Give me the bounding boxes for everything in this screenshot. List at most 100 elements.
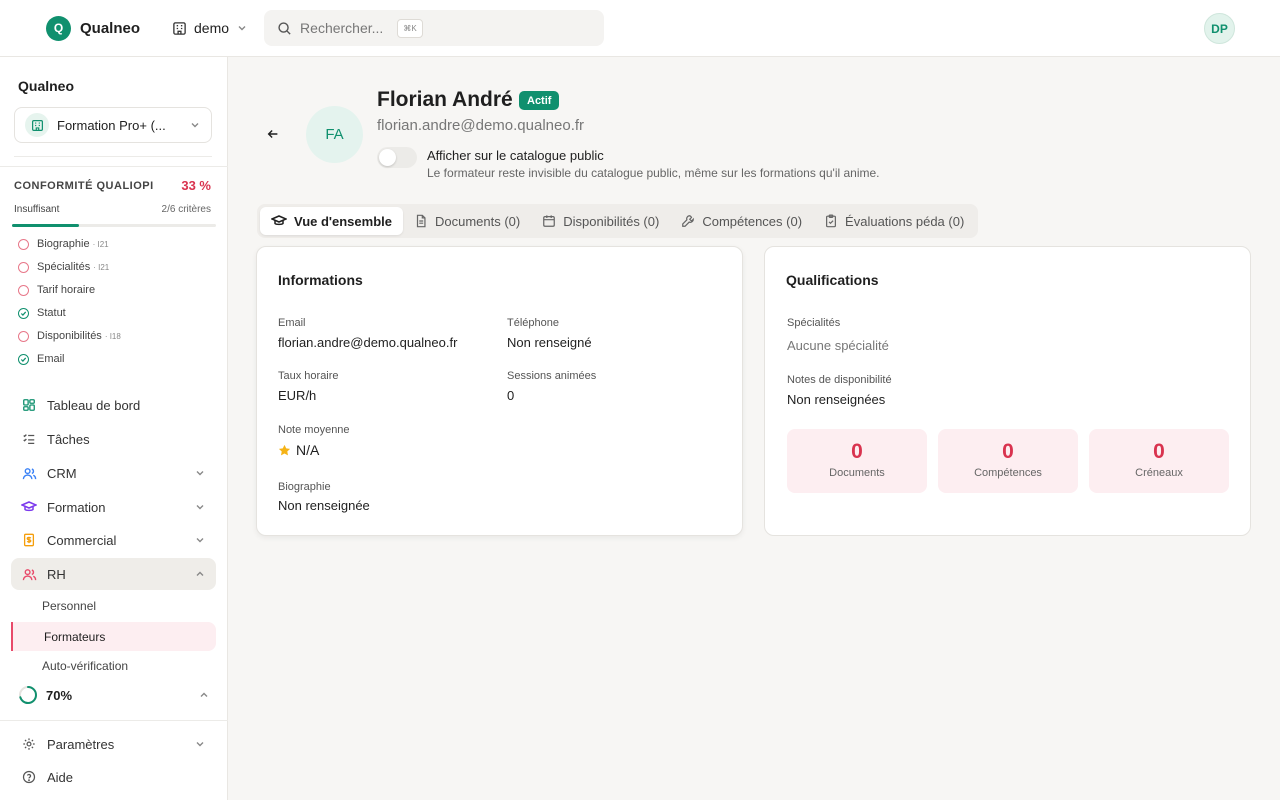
circle-icon: [18, 238, 29, 250]
criterion-item[interactable]: Spécialités · I21: [18, 261, 109, 273]
conformity-count: 2/6 critères: [161, 204, 211, 215]
criterion-item[interactable]: Statut: [18, 307, 66, 319]
task-list-icon: [21, 431, 37, 447]
specialties-label: Spécialités: [787, 317, 841, 329]
building-icon: [25, 113, 49, 137]
check-circle-icon: [18, 353, 29, 365]
sidebar: Qualneo Formation Pro+ (... CONFORMITÉ Q…: [0, 57, 228, 800]
search-shortcut: ⌘K: [397, 18, 423, 38]
stat-documents: 0 Documents: [787, 429, 927, 493]
building-icon: [172, 21, 187, 36]
progress-label: 70%: [46, 687, 73, 703]
rate-label: Taux horaire: [278, 370, 339, 382]
criterion-item[interactable]: Disponibilités · I18: [18, 330, 121, 342]
sidebar-item-tasks[interactable]: Tâches: [11, 423, 216, 455]
profile-avatar: FA: [306, 106, 363, 163]
tab-documents[interactable]: Documents (0): [403, 207, 531, 235]
graduation-cap-icon: [271, 215, 287, 226]
informations-card: Informations Email florian.andre@demo.qu…: [256, 246, 743, 536]
divider: [14, 156, 212, 157]
divider: [0, 720, 228, 721]
workspace-switcher[interactable]: demo: [172, 20, 248, 36]
tab-label: Évaluations péda (0): [845, 213, 965, 229]
toggle-description: Le formateur reste invisible du catalogu…: [427, 166, 880, 180]
email-value: florian.andre@demo.qualneo.fr: [278, 335, 458, 350]
search-input[interactable]: Rechercher... ⌘K: [264, 10, 605, 46]
graduation-cap-icon: [21, 499, 37, 515]
tab-label: Compétences (0): [702, 213, 803, 229]
profile-email: florian.andre@demo.qualneo.fr: [377, 117, 585, 134]
tab-availability[interactable]: Disponibilités (0): [531, 207, 670, 235]
org-select-value: Formation Pro+ (...: [57, 117, 166, 133]
sidebar-item-settings[interactable]: Paramètres: [11, 728, 216, 760]
bio-label: Biographie: [278, 481, 331, 493]
top-bar: Q Qualneo demo Rechercher... ⌘K DP: [0, 0, 1280, 57]
sidebar-item-commercial[interactable]: Commercial: [11, 524, 216, 556]
onboarding-progress[interactable]: 70%: [18, 685, 210, 705]
chevron-down-icon: [194, 534, 206, 546]
criterion-tag: · I18: [104, 331, 121, 341]
org-select[interactable]: Formation Pro+ (...: [14, 107, 212, 143]
org-name: Qualneo: [18, 78, 75, 94]
check-circle-icon: [18, 307, 29, 319]
conformity-level: Insuffisant: [14, 204, 60, 215]
criterion-item[interactable]: Email: [18, 353, 65, 365]
document-icon: [416, 214, 426, 228]
chevron-up-icon: [198, 689, 210, 701]
stat-value: 0: [1153, 440, 1165, 463]
card-title: Informations: [278, 272, 363, 288]
public-catalog-toggle[interactable]: [377, 147, 417, 168]
criterion-label: Biographie: [37, 238, 90, 250]
brand[interactable]: Q Qualneo: [46, 15, 141, 41]
sidebar-item-label: Tâches: [47, 431, 90, 447]
sidebar-item-label: RH: [47, 566, 66, 582]
workspace-name: demo: [194, 20, 230, 36]
criterion-label: Tarif horaire: [37, 284, 96, 296]
stat-value: 0: [1002, 440, 1014, 463]
users-icon: [21, 566, 37, 582]
tab-skills[interactable]: Compétences (0): [670, 207, 813, 235]
criterion-item[interactable]: Tarif horaire: [18, 284, 95, 296]
criterion-item[interactable]: Biographie · I21: [18, 238, 109, 250]
back-button[interactable]: [266, 127, 280, 141]
sidebar-item-formation[interactable]: Formation: [11, 491, 216, 523]
stat-label: Créneaux: [1135, 467, 1183, 479]
sidebar-item-rh[interactable]: RH: [11, 558, 216, 590]
chevron-down-icon: [194, 738, 206, 750]
chevron-up-icon: [194, 568, 206, 580]
sidebar-item-label: Formation: [47, 499, 106, 515]
tab-evaluations[interactable]: Évaluations péda (0): [813, 207, 975, 235]
qualifications-card: Qualifications Spécialités Aucune spécia…: [764, 246, 1251, 536]
rating-value: N/A: [296, 442, 320, 458]
sidebar-item-label: Aide: [47, 769, 74, 785]
sidebar-subitem-formateurs[interactable]: Formateurs: [11, 622, 216, 651]
conformity-percent: 33 %: [181, 178, 211, 193]
chevron-down-icon: [194, 501, 206, 513]
phone-label: Téléphone: [507, 317, 559, 329]
sidebar-item-help[interactable]: Aide: [11, 761, 216, 793]
stat-skills: 0 Compétences: [938, 429, 1078, 493]
conformity-title: CONFORMITÉ QUALIOPI: [14, 180, 154, 192]
tab-label: Vue d'ensemble: [294, 213, 392, 229]
phone-value: Non renseigné: [507, 335, 592, 350]
sidebar-item-dashboard[interactable]: Tableau de bord: [11, 389, 216, 421]
sessions-label: Sessions animées: [507, 370, 597, 382]
gear-icon: [21, 736, 37, 752]
invoice-icon: [21, 532, 37, 548]
availability-notes-value: Non renseignées: [787, 392, 886, 407]
sidebar-subitem-auto-verification[interactable]: Auto-vérification: [42, 659, 128, 673]
brand-name: Qualneo: [80, 19, 141, 37]
tab-overview[interactable]: Vue d'ensemble: [260, 207, 403, 235]
clipboard-icon: [826, 214, 837, 228]
rating-row: N/A: [278, 442, 319, 458]
conformity-progress-bar: [12, 224, 216, 227]
search-placeholder: Rechercher...: [300, 20, 384, 36]
toggle-knob: [379, 149, 396, 166]
tab-bar: Vue d'ensemble Documents (0) Disponibili…: [257, 204, 979, 238]
user-avatar[interactable]: DP: [1204, 13, 1235, 44]
search-icon: [277, 21, 292, 36]
wrench-icon: [682, 215, 695, 227]
sidebar-subitem-personnel[interactable]: Personnel: [42, 599, 96, 613]
calendar-icon: [543, 215, 556, 227]
sidebar-item-crm[interactable]: CRM: [11, 457, 216, 489]
